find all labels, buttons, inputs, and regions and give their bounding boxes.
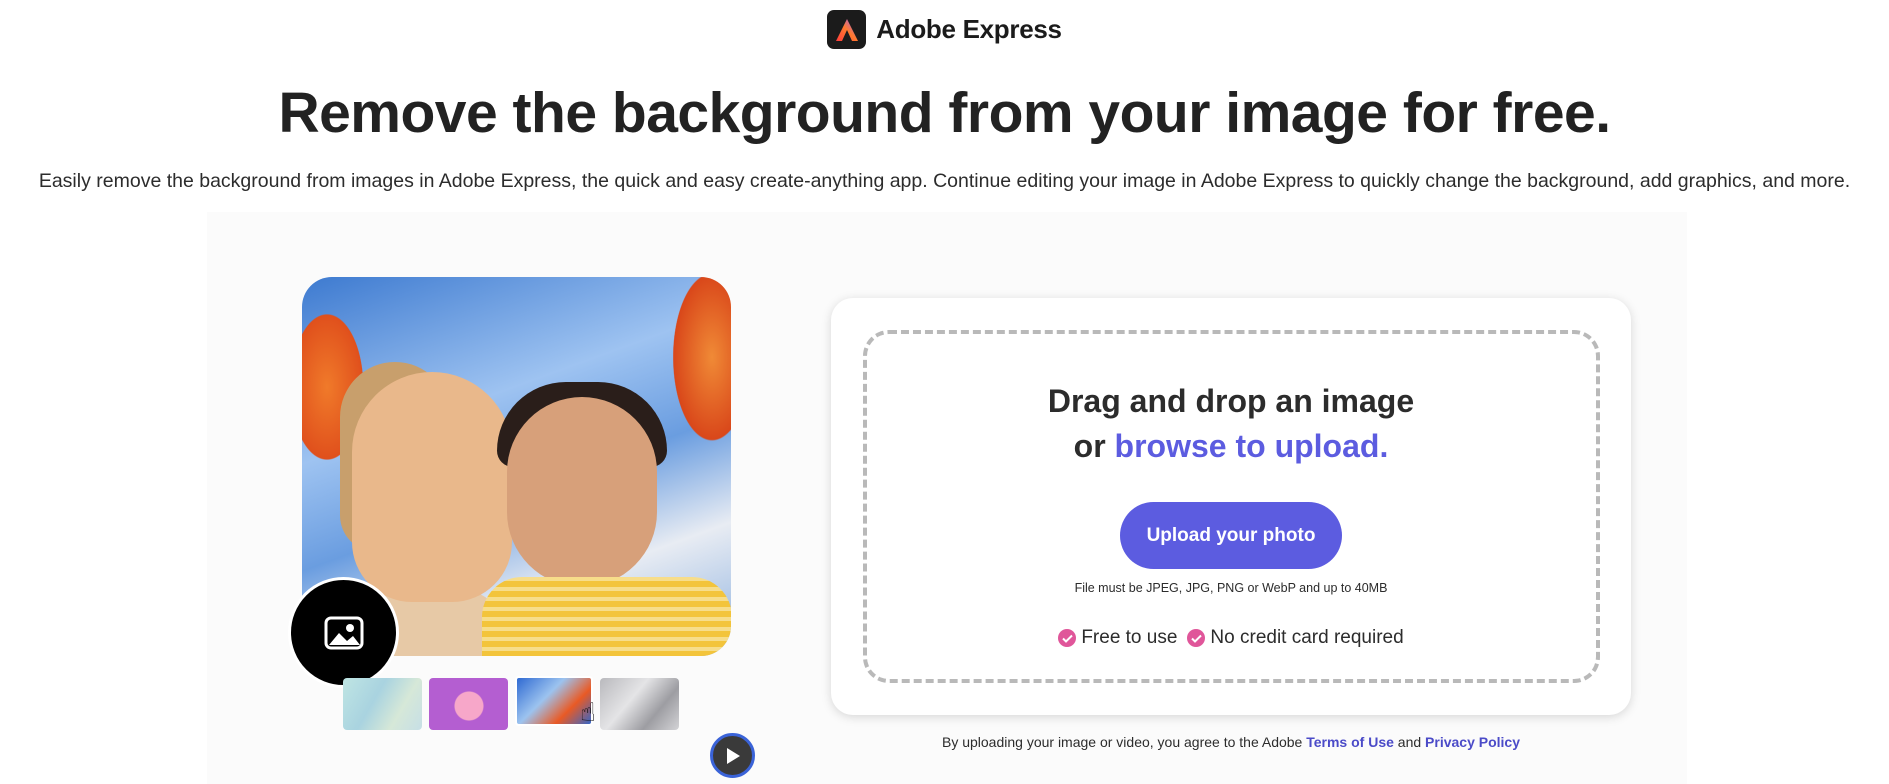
feature-item: Free to use bbox=[1058, 627, 1177, 649]
thumbnail-4[interactable] bbox=[600, 678, 679, 730]
brand-name[interactable]: Adobe Express bbox=[876, 14, 1062, 45]
browse-link[interactable]: browse to upload. bbox=[1115, 428, 1389, 464]
legal-prefix: By uploading your image or video, you ag… bbox=[941, 734, 1303, 750]
hand-cursor-icon: ☝ bbox=[580, 697, 596, 727]
adobe-express-logo-icon[interactable] bbox=[827, 10, 867, 49]
play-button[interactable] bbox=[710, 733, 755, 778]
feature-label: Free to use bbox=[1081, 627, 1178, 648]
feature-item: No credit card required bbox=[1187, 627, 1404, 649]
drop-or-text: or bbox=[1073, 428, 1106, 464]
thumbnail-2[interactable] bbox=[429, 678, 508, 730]
upload-photo-button[interactable]: Upload your photo bbox=[1120, 502, 1342, 569]
terms-of-use-link[interactable]: Terms of Use bbox=[1306, 734, 1394, 750]
privacy-policy-link[interactable]: Privacy Policy bbox=[1425, 734, 1520, 750]
feature-list: Free to use No credit card required bbox=[831, 627, 1631, 649]
play-icon bbox=[726, 747, 740, 764]
thumbnail-1[interactable] bbox=[343, 678, 422, 730]
check-icon bbox=[1187, 629, 1206, 647]
drop-subheading: or browse to upload. bbox=[831, 428, 1631, 465]
legal-notice: By uploading your image or video, you ag… bbox=[831, 734, 1631, 750]
thumbnail-strip bbox=[343, 676, 679, 730]
page-title: Remove the background from your image fo… bbox=[278, 81, 1611, 145]
check-icon bbox=[1058, 629, 1077, 647]
legal-and: and bbox=[1397, 734, 1422, 750]
site-header: Adobe Express bbox=[0, 10, 1889, 49]
file-requirements-note: File must be JPEG, JPG, PNG or WebP and … bbox=[1074, 581, 1388, 595]
page-subtitle: Easily remove the background from images… bbox=[38, 170, 1851, 192]
feature-label: No credit card required bbox=[1210, 627, 1404, 648]
drop-heading: Drag and drop an image bbox=[1047, 383, 1415, 419]
image-icon bbox=[288, 577, 399, 688]
